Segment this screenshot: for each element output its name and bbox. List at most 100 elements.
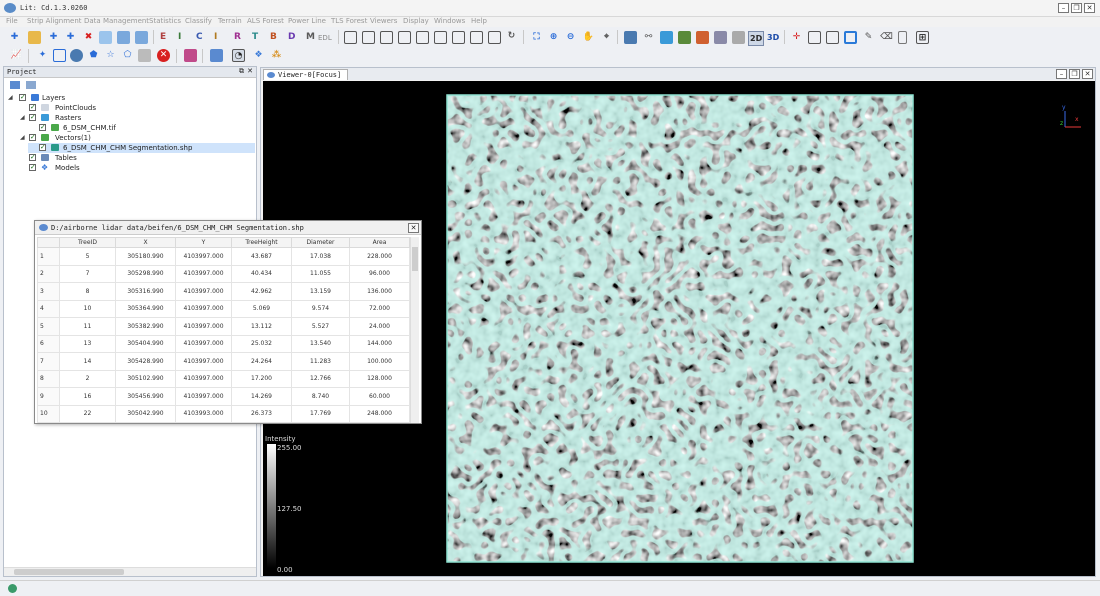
table-cell[interactable]: 4103997.000 [175, 247, 232, 266]
layer-properties-icon[interactable] [99, 31, 112, 44]
circle-select-icon[interactable] [70, 49, 83, 62]
menu-statistics[interactable]: Statistics [149, 17, 181, 25]
row-number[interactable]: 10 [37, 404, 60, 423]
table-cell[interactable]: 100.000 [349, 352, 410, 371]
table-cell[interactable]: 11 [59, 317, 116, 336]
class-i2-button[interactable]: I [214, 31, 217, 44]
table-cell[interactable]: 40.434 [231, 264, 292, 283]
table-cell[interactable]: 4103997.000 [175, 352, 232, 371]
class-d-button[interactable]: D [288, 31, 295, 44]
close-window-button[interactable]: ✕ [1084, 3, 1095, 13]
table-cell[interactable]: 42.962 [231, 282, 292, 301]
tree-item-raster-file[interactable]: 6_DSM_CHM.tif [28, 122, 248, 133]
row-number[interactable]: 9 [37, 387, 60, 406]
viewer-close-button[interactable]: ✕ [1082, 69, 1093, 79]
save-icon[interactable] [117, 31, 130, 44]
table-cell[interactable]: 13.540 [291, 334, 350, 353]
table-cell[interactable]: 144.000 [349, 334, 410, 353]
multi-color-icon[interactable]: ◔ [232, 49, 245, 62]
table-cell[interactable]: 96.000 [349, 264, 410, 283]
table-cell[interactable]: 24.264 [231, 352, 292, 371]
menu-als-forest[interactable]: ALS Forest [247, 17, 284, 25]
class-r-button[interactable]: R [234, 31, 241, 44]
table-cell[interactable]: 305042.990 [115, 404, 176, 423]
table-row[interactable]: 1 5 305180.990 4103997.000 43.687 17.038 228.0… [37, 247, 410, 266]
save-as-icon[interactable] [135, 31, 148, 44]
link-icon[interactable]: ⚯ [642, 31, 655, 44]
clip-icon[interactable] [826, 31, 839, 44]
view-3d-toggle[interactable]: 3D [767, 31, 779, 44]
minimize-button[interactable]: – [1058, 3, 1069, 13]
row-number[interactable]: 3 [37, 282, 60, 301]
table-cell[interactable]: 9.574 [291, 299, 350, 318]
table-row[interactable]: 10 22 305042.990 4103993.000 26.373 17.769 248… [37, 404, 410, 423]
tree-item-tables[interactable]: Tables [18, 152, 248, 163]
table-cell[interactable]: 136.000 [349, 282, 410, 301]
table-cell[interactable]: 4103997.000 [175, 264, 232, 283]
menu-help[interactable]: Help [471, 17, 487, 25]
float-icon[interactable]: ⧉ [239, 67, 244, 76]
table-cell[interactable]: 12.766 [291, 369, 350, 388]
erase-icon[interactable]: ⌫ [880, 31, 893, 44]
table-cell[interactable]: 4103997.000 [175, 282, 232, 301]
view-2d-toggle[interactable]: 2D [748, 31, 765, 46]
table-cell[interactable]: 17.038 [291, 247, 350, 266]
menu-viewers[interactable]: Viewers [370, 17, 397, 25]
menu-strip-alignment[interactable]: Strip Alignment [27, 17, 82, 25]
table-cell[interactable]: 228.000 [349, 247, 410, 266]
table-cell[interactable]: 17.769 [291, 404, 350, 423]
profile-icon[interactable] [808, 31, 821, 44]
table-row[interactable]: 2 7 305298.990 4103997.000 40.434 11.055 96.00… [37, 264, 410, 283]
menu-tls-forest[interactable]: TLS Forest [331, 17, 367, 25]
class-c-button[interactable]: C [196, 31, 203, 44]
box-select-icon[interactable] [844, 31, 857, 44]
view-back-icon[interactable] [362, 31, 375, 44]
table-cell[interactable]: 305298.990 [115, 264, 176, 283]
table-cell[interactable]: 4103997.000 [175, 317, 232, 336]
table-cell[interactable]: 248.000 [349, 404, 410, 423]
row-number[interactable]: 6 [37, 334, 60, 353]
column-header-y[interactable]: Y [175, 237, 232, 248]
close-panel-icon[interactable]: ✕ [247, 67, 253, 75]
class-t-button[interactable]: T [252, 31, 258, 44]
table-cell[interactable]: 11.283 [291, 352, 350, 371]
draw-icon[interactable]: ✎ [862, 31, 875, 44]
view-right-icon[interactable] [398, 31, 411, 44]
menu-data-management[interactable]: Data Management [84, 17, 149, 25]
table-cell[interactable]: 4103997.000 [175, 387, 232, 406]
view-section-icon[interactable] [488, 31, 501, 44]
grid-icon[interactable]: ⊞ [916, 31, 929, 44]
camera-icon[interactable] [732, 31, 745, 44]
table-cell[interactable]: 13.159 [291, 282, 350, 301]
project-save-icon[interactable] [26, 81, 36, 89]
row-number[interactable]: 4 [37, 299, 60, 318]
tree-item-layers[interactable]: ◢ Layers [8, 92, 248, 103]
view-iso-icon[interactable] [452, 31, 465, 44]
table-cell[interactable]: 305382.990 [115, 317, 176, 336]
tree-item-shapefile[interactable]: 6_DSM_CHM_CHM Segmentation.shp [28, 142, 255, 153]
table-cell[interactable]: 5.527 [291, 317, 350, 336]
table-cell[interactable]: 2 [59, 369, 116, 388]
table-row[interactable]: 7 14 305428.990 4103997.000 24.264 11.283 100.… [37, 352, 410, 371]
layers-icon[interactable] [714, 31, 727, 44]
phone-icon[interactable] [898, 31, 907, 44]
row-number[interactable]: 1 [37, 247, 60, 266]
row-number[interactable]: 5 [37, 317, 60, 336]
table-cell[interactable]: 24.000 [349, 317, 410, 336]
cluster-icon[interactable]: ⁂ [270, 49, 283, 62]
table-cell[interactable]: 305428.990 [115, 352, 176, 371]
crosshair-icon[interactable]: ✛ [790, 31, 803, 44]
table-cell[interactable]: 8.740 [291, 387, 350, 406]
table-cell[interactable]: 72.000 [349, 299, 410, 318]
table-cell[interactable]: 16 [59, 387, 116, 406]
table-cell[interactable]: 7 [59, 264, 116, 283]
table-cell[interactable]: 305316.990 [115, 282, 176, 301]
star-select-icon[interactable]: ☆ [104, 49, 117, 62]
table-cell[interactable]: 5 [59, 247, 116, 266]
viewer-tab[interactable]: Viewer-0[Focus] [263, 69, 349, 80]
table-cell[interactable]: 128.000 [349, 369, 410, 388]
table-cell[interactable]: 4103997.000 [175, 299, 232, 318]
table-row[interactable]: 6 13 305404.990 4103997.000 25.032 13.540 144.… [37, 334, 410, 353]
table-cell[interactable]: 4103997.000 [175, 369, 232, 388]
project-open-icon[interactable] [10, 81, 20, 89]
